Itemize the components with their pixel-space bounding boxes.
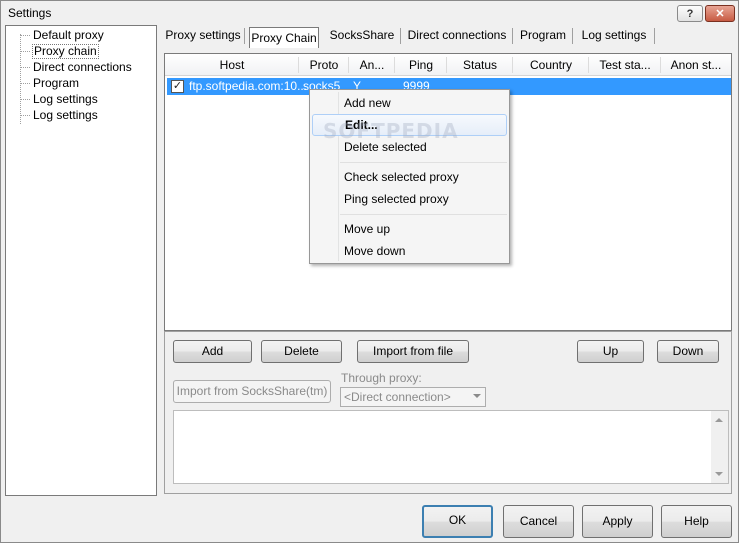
tree-item-label: Program	[33, 76, 80, 90]
scroll-up-icon[interactable]	[715, 418, 723, 422]
menu-item-check-selected-proxy[interactable]: Check selected proxy	[312, 166, 507, 188]
import-from-socksshare-button[interactable]: Import from SocksShare(tm)	[173, 380, 331, 403]
tree-dots	[20, 51, 30, 52]
add-button[interactable]: Add	[173, 340, 252, 363]
tree-item-label: Default proxy	[33, 28, 104, 42]
context-menu: Add new Edit... Delete selected Check se…	[309, 89, 510, 264]
row-checkbox[interactable]: ✓	[171, 80, 184, 93]
menu-item-move-up[interactable]: Move up	[312, 218, 507, 240]
tree-item-label: Log settings	[33, 92, 98, 106]
column-country[interactable]: Country	[513, 54, 589, 76]
tree-connector	[20, 34, 21, 124]
window-title: Settings	[8, 6, 52, 20]
tab-proxy-settings[interactable]: Proxy settings	[161, 25, 245, 47]
settings-window: Settings ? ✕ Default proxy Proxy chain D…	[0, 0, 739, 543]
tree-item-label: Proxy chain	[32, 44, 99, 59]
tree-dots	[20, 99, 30, 100]
column-anon[interactable]: An...	[349, 54, 395, 76]
tab-direct-connections[interactable]: Direct connections	[401, 25, 513, 47]
through-proxy-select[interactable]: <Direct connection>	[340, 387, 486, 407]
column-proto[interactable]: Proto	[299, 54, 349, 76]
through-proxy-label: Through proxy:	[341, 371, 422, 385]
tab-label: Direct connections	[407, 28, 507, 42]
chain-controls-panel: Add Delete Import from file Up Down Impo…	[164, 331, 732, 494]
column-anon-status[interactable]: Anon st...	[661, 54, 731, 76]
tab-proxy-chain[interactable]: Proxy Chain	[249, 27, 319, 48]
tree-item-label: Direct connections	[33, 60, 132, 74]
column-ping[interactable]: Ping	[395, 54, 447, 76]
column-host[interactable]: Host	[165, 54, 299, 76]
tree-item-label: Log settings	[33, 108, 98, 122]
tree-dots	[20, 83, 30, 84]
memo-scrollbar[interactable]	[711, 411, 728, 483]
column-status[interactable]: Status	[447, 54, 513, 76]
tab-label: Program	[519, 28, 566, 42]
grid-header: Host Proto An... Ping Status Country Tes…	[165, 54, 731, 76]
help-icon[interactable]: ?	[677, 5, 703, 22]
menu-item-delete-selected[interactable]: Delete selected	[312, 136, 507, 158]
menu-item-ping-selected-proxy[interactable]: Ping selected proxy	[312, 188, 507, 210]
delete-button[interactable]: Delete	[261, 340, 342, 363]
row-host: ftp.softpedia.com:10...	[189, 79, 308, 93]
menu-separator	[340, 162, 507, 163]
menu-item-add-new[interactable]: Add new	[312, 92, 507, 114]
tab-socksshare[interactable]: SocksShare	[323, 25, 401, 47]
import-from-file-button[interactable]: Import from file	[357, 340, 469, 363]
chevron-down-icon	[473, 394, 481, 398]
scroll-down-icon[interactable]	[715, 472, 723, 476]
cancel-button[interactable]: Cancel	[503, 505, 574, 538]
through-proxy-value: <Direct connection>	[344, 390, 451, 404]
menu-separator	[340, 214, 507, 215]
close-icon[interactable]: ✕	[705, 5, 735, 22]
tree-dots	[20, 115, 30, 116]
column-test-status[interactable]: Test sta...	[589, 54, 661, 76]
menu-item-edit[interactable]: Edit...	[312, 114, 507, 136]
down-button[interactable]: Down	[657, 340, 719, 363]
up-button[interactable]: Up	[577, 340, 644, 363]
apply-button[interactable]: Apply	[582, 505, 653, 538]
ok-button[interactable]: OK	[422, 505, 493, 538]
menu-item-move-down[interactable]: Move down	[312, 240, 507, 262]
tree-dots	[20, 67, 30, 68]
help-button[interactable]: Help	[661, 505, 732, 538]
tree-dots	[20, 35, 30, 36]
title-bar: Settings ? ✕	[1, 1, 738, 25]
settings-tree[interactable]: Default proxy Proxy chain Direct connect…	[5, 25, 157, 496]
tab-log-settings[interactable]: Log settings	[573, 25, 655, 47]
tab-label: Proxy Chain	[251, 31, 317, 45]
tab-label: SocksShare	[329, 28, 395, 42]
chain-log-memo[interactable]	[173, 410, 729, 484]
tab-label: Log settings	[581, 28, 647, 42]
tab-label: Proxy settings	[165, 28, 241, 42]
tab-program[interactable]: Program	[513, 25, 573, 47]
